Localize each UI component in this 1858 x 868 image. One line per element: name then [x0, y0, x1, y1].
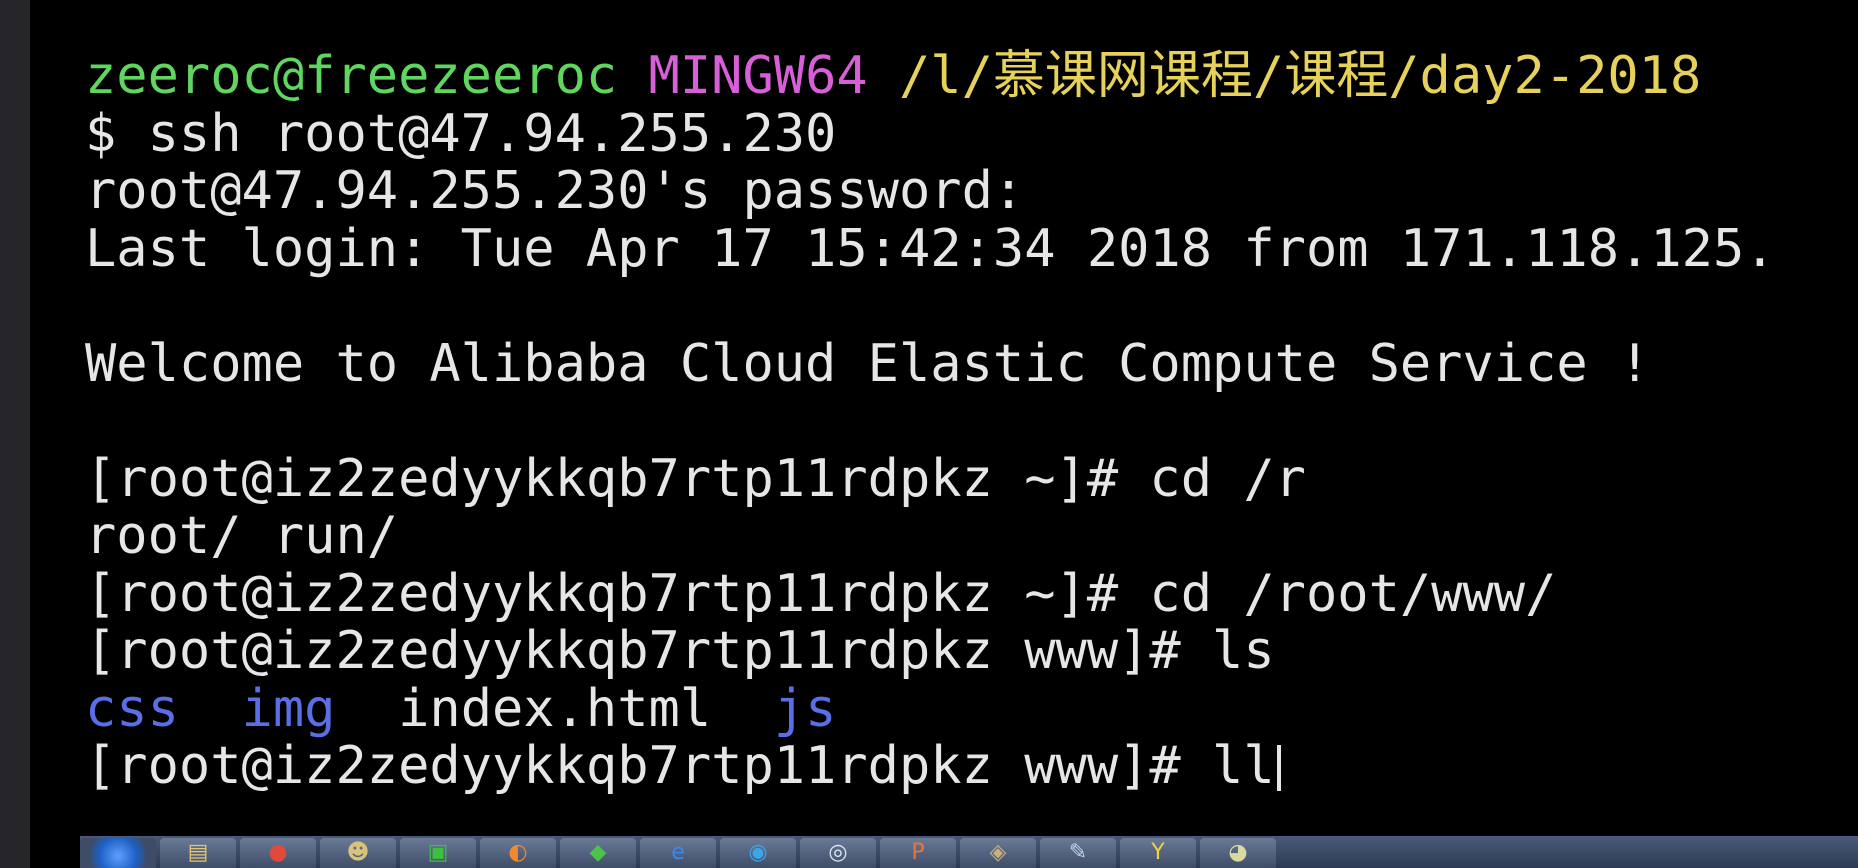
text-cursor	[1276, 745, 1281, 791]
terminal-text: [root@iz2zedyykkqb7rtp11rdpkz ~]# cd /r	[85, 448, 1306, 509]
terminal-text: /l/慕课网课程/课程/day2-2018	[899, 46, 1702, 106]
iqiyi-icon: ▣	[427, 840, 449, 865]
terminal-line: root@47.94.255.230's password:	[85, 161, 1776, 221]
terminal-line: [root@iz2zedyykkqb7rtp11rdpkz www]# ls	[85, 621, 1776, 681]
qq-icon: ◉	[748, 840, 768, 865]
evernote-icon: ◆	[589, 840, 607, 865]
terminal-text: zeeroc@freezeeroc	[85, 46, 618, 106]
taskbar-item[interactable]: ✎	[1040, 838, 1116, 868]
terminal-window[interactable]: zeeroc@freezeeroc MINGW64 /l/慕课网课程/课程/da…	[30, 0, 1858, 836]
terminal-text: Welcome to Alibaba Cloud Elastic Compute…	[85, 333, 1651, 394]
terminal-line: [root@iz2zedyykkqb7rtp11rdpkz www]# ll	[85, 736, 1776, 796]
browser-icon: ◎	[828, 840, 848, 865]
taskbar-item[interactable]: ●	[240, 838, 316, 868]
terminal-line: Welcome to Alibaba Cloud Elastic Compute…	[85, 333, 1776, 394]
pen-icon: ✎	[1068, 840, 1088, 865]
terminal-text: [root@iz2zedyykkqb7rtp11rdpkz ~]# cd /ro…	[85, 563, 1557, 624]
terminal-text: js	[773, 678, 837, 739]
terminal-text: MINGW64	[648, 46, 868, 106]
terminal-line: zeeroc@freezeeroc MINGW64 /l/慕课网课程/课程/da…	[85, 46, 1776, 106]
terminal-text: css	[85, 678, 179, 739]
terminal-output: zeeroc@freezeeroc MINGW64 /l/慕课网课程/课程/da…	[85, 46, 1776, 796]
taskbar-item[interactable]: ◆	[560, 838, 636, 868]
powerpoint-icon: P	[911, 840, 925, 865]
misc-app-icon: ◕	[1228, 840, 1248, 865]
taskbar-item[interactable]: ◎	[800, 838, 876, 868]
terminal-line: css img index.html js	[85, 678, 1776, 739]
ie-icon: e	[671, 840, 685, 865]
terminal-text: img	[241, 678, 336, 739]
terminal-text: [root@iz2zedyykkqb7rtp11rdpkz www]# ll	[85, 736, 1275, 796]
terminal-text: root@47.94.255.230's password:	[85, 161, 1025, 221]
terminal-text: root/ run/	[85, 506, 399, 566]
chrome-icon: ●	[268, 840, 288, 865]
taskbar-item[interactable]: ▤	[160, 838, 236, 868]
terminal-line: Last login: Tue Apr 17 15:42:34 2018 fro…	[85, 218, 1776, 279]
taskbar-item[interactable]: Y	[1120, 838, 1196, 868]
left-window-edge	[0, 0, 30, 868]
taskbar-item[interactable]: ▣	[400, 838, 476, 868]
terminal-line: $ ssh root@47.94.255.230	[85, 103, 1776, 164]
taskbar-item[interactable]: e	[640, 838, 716, 868]
terminal-text: index.html	[335, 678, 774, 739]
taskbar-item[interactable]: ◐	[480, 838, 556, 868]
taskbar-item[interactable]: ◕	[1200, 838, 1276, 868]
folder-icon: ▤	[187, 840, 209, 865]
start-button[interactable]	[80, 838, 156, 868]
terminal-text: Last login: Tue Apr 17 15:42:34 2018 fro…	[85, 218, 1776, 279]
y-app-icon: Y	[1151, 840, 1165, 865]
app-icon: ☻	[346, 840, 370, 865]
taskbar-item[interactable]: ☻	[320, 838, 396, 868]
terminal-text: [root@iz2zedyykkqb7rtp11rdpkz www]# ls	[85, 621, 1275, 681]
fox-icon: ◐	[508, 840, 528, 865]
terminal-line: [root@iz2zedyykkqb7rtp11rdpkz ~]# cd /r	[85, 448, 1776, 509]
terminal-text: $ ssh root@47.94.255.230	[85, 103, 837, 164]
terminal-line: [root@iz2zedyykkqb7rtp11rdpkz ~]# cd /ro…	[85, 563, 1776, 624]
taskbar-item[interactable]: ◈	[960, 838, 1036, 868]
terminal-line: root/ run/	[85, 506, 1776, 566]
taskbar-item[interactable]: ◉	[720, 838, 796, 868]
taskbar-item[interactable]: P	[880, 838, 956, 868]
screen: zeeroc@freezeeroc MINGW64 /l/慕课网课程/课程/da…	[0, 0, 1858, 868]
taskbar: ▤ ● ☻ ▣ ◐ ◆ e ◉ ◎ P ◈ ✎ Y ◕	[80, 836, 1858, 868]
network-icon: ◈	[989, 840, 1007, 865]
